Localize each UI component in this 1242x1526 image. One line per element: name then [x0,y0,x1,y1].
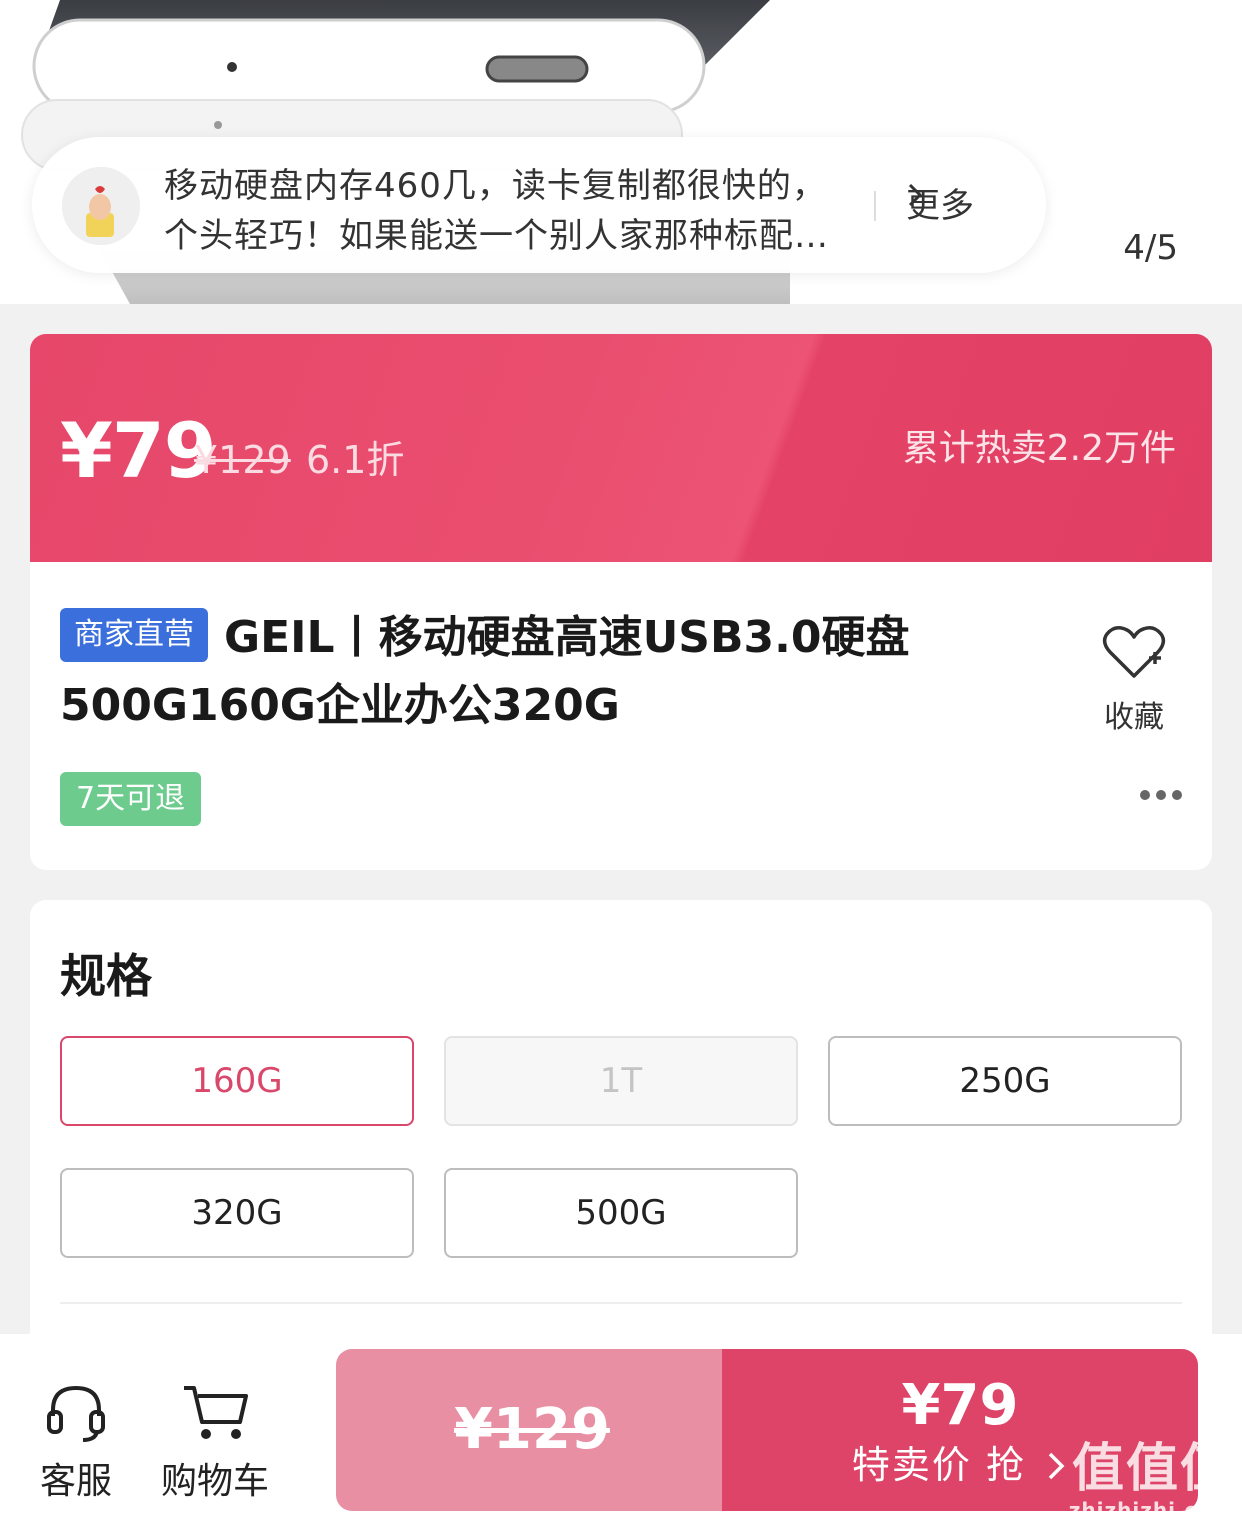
more-options-icon[interactable] [1140,790,1182,800]
product-title: 商家直营 GEIL丨移动硬盘高速USB3.0硬盘500G160G企业办公320G [60,604,1060,740]
image-counter: 4/5 [1123,228,1178,268]
cart-label: 购物车 [160,1461,269,1502]
direct-sale-badge: 商家直营 [60,608,208,662]
spec-divider [60,1302,1182,1304]
watermark-logo: 值值值 [1071,1439,1234,1499]
review-more-button[interactable]: 更多 [906,181,974,231]
discount-label: 6.1折 [306,438,405,482]
spec-option-1t[interactable]: 1T [444,1036,798,1126]
review-divider [874,191,876,221]
chevron-right-icon [1048,1452,1065,1480]
buy-special-price: ¥79 [901,1373,1019,1438]
review-snippet[interactable]: 移动硬盘内存460几，读卡复制都很快的， 个头轻巧！如果能送一个别人家那种标配…… [32,137,1046,273]
return-policy-badge: 7天可退 [60,772,202,826]
product-detail-page: 移动硬盘内存460几，读卡复制都很快的， 个头轻巧！如果能送一个别人家那种标配…… [0,0,1242,1526]
spec-option-320g[interactable]: 320G [60,1168,414,1258]
product-image-carousel[interactable]: 移动硬盘内存460几，读卡复制都很快的， 个头轻巧！如果能送一个别人家那种标配…… [0,0,1242,304]
favorite-label: 收藏 [1104,700,1164,735]
spec-title: 规格 [60,949,152,1003]
original-price: ¥129 [194,438,291,482]
review-text: 移动硬盘内存460几，读卡复制都很快的， 个头轻巧！如果能送一个别人家那种标配… [164,161,864,261]
shopping-cart-icon [184,1386,248,1439]
site-watermark: 值值值 zhizhizhi.com [1069,1440,1234,1522]
heart-plus-icon [1102,626,1166,678]
customer-service-button[interactable]: 客服 [36,1382,116,1504]
customer-service-label: 客服 [39,1461,112,1502]
buy-special-label-text: 特卖价 抢 [851,1443,1026,1487]
spec-option-160g[interactable]: 160G [60,1036,414,1126]
spec-option-500g[interactable]: 500G [444,1168,798,1258]
current-price: ¥79 [60,406,217,495]
sales-count: 累计热卖2.2万件 [902,428,1176,469]
favorite-button[interactable]: 收藏 [1096,624,1172,736]
review-line-1: 移动硬盘内存460几，读卡复制都很快的， [164,166,827,206]
buy-original-price: ¥129 [454,1397,610,1462]
reviewer-avatar [62,167,140,245]
headset-icon [47,1385,105,1442]
watermark-url: zhizhizhi.com [1068,1498,1234,1522]
review-line-2: 个头轻巧！如果能送一个别人家那种标配… [164,216,829,256]
cart-button[interactable]: 购物车 [160,1382,270,1504]
buy-original-price-button[interactable]: ¥129 [336,1349,728,1511]
bottom-action-bar: 客服 购物车 ¥129 ¥79 特卖价 抢 值值值 zhizhizhi.com [0,1334,1242,1526]
product-info-card: ¥79 ¥129 6.1折 累计热卖2.2万件 商家直营 GEIL丨移动硬盘高速U… [30,334,1212,870]
chevron-right-icon [908,183,923,207]
price-banner: ¥79 ¥129 6.1折 累计热卖2.2万件 [30,334,1212,562]
spec-option-250g[interactable]: 250G [828,1036,1182,1126]
